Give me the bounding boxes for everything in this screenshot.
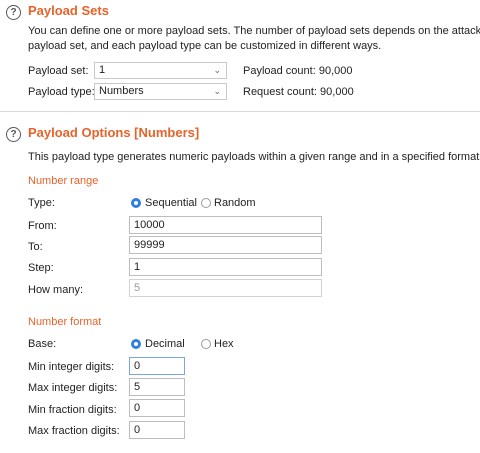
number-range-heading: Number range (28, 175, 99, 187)
payload-count: Payload count: 90,000 (243, 65, 353, 77)
to-label: To: (28, 241, 43, 253)
payload-type-value: Numbers (99, 85, 144, 97)
help-icon[interactable]: ? (6, 127, 21, 142)
base-label: Base: (28, 338, 57, 350)
random-label[interactable]: Random (214, 197, 256, 209)
payload-options-description: This payload type generates numeric payl… (28, 151, 480, 163)
payload-type-select[interactable]: Numbers ⌄ (94, 83, 227, 100)
max-fraction-digits-label: Max fraction digits: (28, 425, 120, 437)
max-fraction-digits-field[interactable]: 0 (129, 421, 185, 439)
payload-set-value: 1 (99, 64, 106, 76)
hex-label[interactable]: Hex (214, 338, 234, 350)
chevron-down-icon: ⌄ (213, 65, 221, 75)
sequential-label[interactable]: Sequential (145, 197, 197, 209)
min-integer-digits-field[interactable]: 0 (129, 357, 185, 375)
payload-set-label: Payload set: (28, 65, 89, 77)
decimal-radio[interactable] (131, 339, 141, 349)
chevron-down-icon: ⌄ (213, 86, 221, 96)
hex-radio[interactable] (201, 339, 211, 349)
decimal-label[interactable]: Decimal (145, 338, 185, 350)
to-field[interactable]: 99999 (129, 236, 322, 254)
how-many-label: How many: (28, 284, 84, 296)
sequential-radio[interactable] (131, 198, 141, 208)
help-icon[interactable]: ? (6, 5, 21, 20)
payload-options-title: Payload Options [Numbers] (28, 125, 200, 140)
payload-sets-description-line1: You can define one or more payload sets.… (28, 25, 480, 37)
max-integer-digits-label: Max integer digits: (28, 382, 118, 394)
step-field[interactable]: 1 (129, 258, 322, 276)
max-integer-digits-field[interactable]: 5 (129, 378, 185, 396)
min-fraction-digits-field[interactable]: 0 (129, 399, 185, 417)
payload-set-select[interactable]: 1 ⌄ (94, 62, 227, 79)
number-format-heading: Number format (28, 316, 102, 328)
request-count: Request count: 90,000 (243, 86, 354, 98)
type-label: Type: (28, 197, 55, 209)
how-many-field: 5 (129, 279, 322, 297)
payload-sets-title: Payload Sets (28, 3, 109, 18)
payload-sets-description-line2: payload set, and each payload type can b… (28, 40, 382, 52)
from-field[interactable]: 10000 (129, 216, 322, 234)
section-divider (0, 111, 480, 112)
min-fraction-digits-label: Min fraction digits: (28, 404, 117, 416)
random-radio[interactable] (201, 198, 211, 208)
payload-type-label: Payload type: (28, 86, 95, 98)
from-label: From: (28, 220, 57, 232)
step-label: Step: (28, 262, 54, 274)
min-integer-digits-label: Min integer digits: (28, 361, 115, 373)
